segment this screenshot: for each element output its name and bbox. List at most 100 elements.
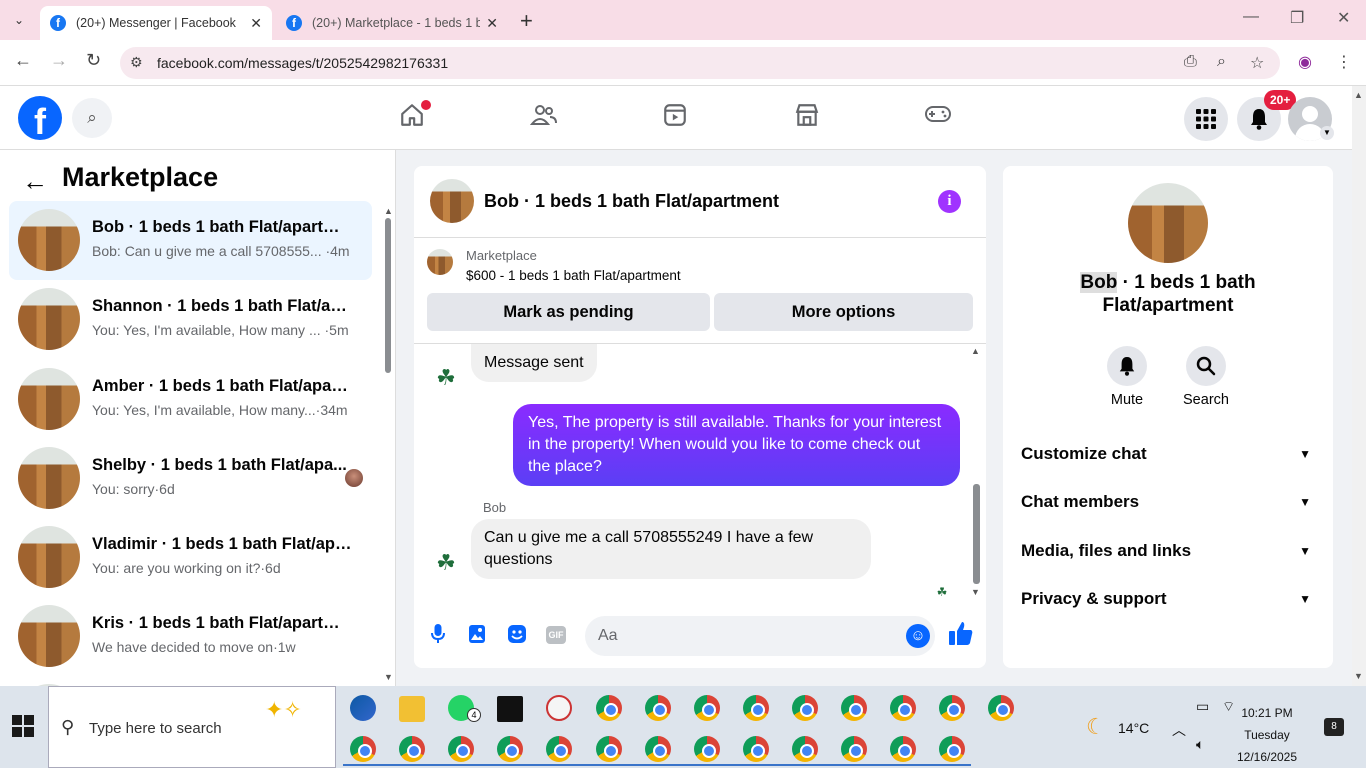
sticky-app-icon[interactable] bbox=[497, 696, 523, 722]
install-app-icon[interactable]: ⎙ bbox=[1184, 53, 1197, 71]
media-files-links-section[interactable]: Media, files and links ▼ bbox=[1021, 531, 1317, 571]
close-window-icon[interactable]: ✕ bbox=[1337, 8, 1350, 28]
chrome-icon[interactable] bbox=[399, 736, 425, 762]
battery-icon[interactable]: ▭ bbox=[1196, 698, 1209, 715]
moon-weather-icon[interactable]: ☾ bbox=[1086, 714, 1106, 740]
privacy-support-section[interactable]: Privacy & support ▼ bbox=[1021, 579, 1317, 619]
chrome-icon[interactable] bbox=[743, 736, 769, 762]
close-tab-icon[interactable]: ✕ bbox=[486, 15, 498, 32]
conversation-item[interactable]: Amber · 1 beds 1 bath Flat/apart... You:… bbox=[9, 360, 372, 439]
chrome-icon[interactable] bbox=[792, 736, 818, 762]
chrome-icon[interactable] bbox=[841, 736, 867, 762]
chat-thumbnail[interactable] bbox=[430, 179, 474, 223]
mute-button[interactable]: Mute bbox=[1097, 346, 1157, 408]
conversation-item[interactable]: Vladimir · 1 beds 1 bath Flat/apa... You… bbox=[9, 518, 372, 597]
listing-thumbnail[interactable] bbox=[427, 249, 453, 275]
info-icon[interactable]: i bbox=[938, 190, 961, 213]
system-clock[interactable]: 10:21 PM Tuesday 12/16/2025 bbox=[1232, 702, 1302, 768]
listing-image[interactable] bbox=[1128, 183, 1208, 263]
friends-icon[interactable] bbox=[524, 102, 564, 134]
minimize-icon[interactable]: — bbox=[1243, 8, 1259, 26]
url-text[interactable]: facebook.com/messages/t/2052542982176331 bbox=[157, 55, 448, 71]
photo-icon[interactable] bbox=[465, 624, 489, 648]
scroll-up-arrow-icon[interactable]: ▲ bbox=[384, 206, 393, 216]
bookmark-star-icon[interactable]: ☆ bbox=[1250, 53, 1264, 73]
listing-title[interactable]: $600 - 1 beds 1 bath Flat/apartment bbox=[466, 268, 681, 283]
chat-members-section[interactable]: Chat members ▼ bbox=[1021, 482, 1317, 522]
scroll-down-arrow-icon[interactable]: ▼ bbox=[971, 587, 980, 597]
temperature-text[interactable]: 14°C bbox=[1118, 720, 1149, 736]
taskbar-search-box[interactable]: ⚲ Type here to search ✦✧ bbox=[48, 686, 336, 768]
facebook-logo[interactable]: f bbox=[18, 96, 62, 142]
windows-start-icon[interactable] bbox=[12, 715, 34, 737]
chrome-icon[interactable] bbox=[546, 736, 572, 762]
chrome-icon[interactable] bbox=[939, 736, 965, 762]
conversation-item[interactable]: Bob · 1 beds 1 bath Flat/apartment Bob: … bbox=[9, 201, 372, 280]
watch-icon[interactable] bbox=[655, 102, 695, 134]
more-options-button[interactable]: More options bbox=[714, 293, 973, 331]
scroll-down-arrow-icon[interactable]: ▼ bbox=[1354, 671, 1363, 681]
thumbs-up-icon[interactable] bbox=[948, 620, 974, 653]
new-tab-button[interactable]: + bbox=[520, 8, 533, 34]
conversation-item[interactable] bbox=[9, 676, 372, 686]
forward-icon[interactable]: → bbox=[50, 50, 68, 71]
emoji-icon[interactable]: ☺ bbox=[906, 624, 930, 648]
scroll-down-arrow-icon[interactable]: ▼ bbox=[384, 672, 393, 682]
sticker-icon[interactable] bbox=[505, 624, 529, 648]
restore-icon[interactable]: ❐ bbox=[1290, 8, 1304, 28]
conversation-list-scrollbar[interactable] bbox=[385, 218, 391, 373]
page-scrollbar[interactable] bbox=[1352, 86, 1366, 686]
chrome-icon[interactable] bbox=[596, 695, 622, 721]
chrome-icon[interactable] bbox=[350, 736, 376, 762]
chrome-icon[interactable] bbox=[890, 736, 916, 762]
chrome-icon[interactable] bbox=[841, 695, 867, 721]
conversation-item[interactable]: Shelby · 1 beds 1 bath Flat/apa... You: … bbox=[9, 439, 372, 518]
menu-grid-icon[interactable] bbox=[1184, 97, 1228, 141]
customize-chat-section[interactable]: Customize chat ▼ bbox=[1021, 434, 1317, 474]
conversation-item[interactable]: Shannon · 1 beds 1 bath Flat/apa... You:… bbox=[9, 280, 372, 359]
volume-icon[interactable]: 🔈︎ bbox=[1196, 736, 1204, 753]
conversation-item[interactable]: Kris · 1 beds 1 bath Flat/apartment We h… bbox=[9, 597, 372, 676]
chrome-icon[interactable] bbox=[743, 695, 769, 721]
microphone-icon[interactable] bbox=[426, 624, 450, 648]
omnibox[interactable]: ⚙ facebook.com/messages/t/20525429821763… bbox=[120, 47, 1280, 79]
chrome-icon[interactable] bbox=[988, 695, 1014, 721]
reload-icon[interactable]: ↻ bbox=[86, 50, 101, 71]
marketplace-icon[interactable] bbox=[787, 102, 827, 134]
chrome-icon[interactable] bbox=[694, 695, 720, 721]
tab-messenger[interactable]: f (20+) Messenger | Facebook ✕ bbox=[40, 6, 272, 40]
file-explorer-icon[interactable] bbox=[399, 696, 425, 722]
chrome-icon[interactable] bbox=[596, 736, 622, 762]
gif-icon[interactable]: GIF bbox=[546, 626, 566, 644]
tab-marketplace[interactable]: f (20+) Marketplace - 1 beds 1 b ✕ bbox=[276, 6, 508, 40]
chat-title[interactable]: Bob · 1 beds 1 bath Flat/apartment bbox=[484, 191, 779, 212]
chrome-icon[interactable] bbox=[497, 736, 523, 762]
mark-as-pending-button[interactable]: Mark as pending bbox=[427, 293, 710, 331]
chrome-icon[interactable] bbox=[792, 695, 818, 721]
profile-icon[interactable]: ◉ bbox=[1298, 52, 1312, 72]
gaming-icon[interactable] bbox=[918, 102, 958, 134]
browser-menu-icon[interactable]: ⋮ bbox=[1336, 52, 1352, 72]
chrome-icon[interactable] bbox=[448, 736, 474, 762]
account-chevron-icon[interactable]: ▼ bbox=[1320, 126, 1334, 140]
message-scrollbar[interactable] bbox=[973, 484, 980, 584]
back-icon[interactable]: ← bbox=[14, 50, 32, 71]
chrome-icon[interactable] bbox=[645, 736, 671, 762]
chrome-icon[interactable] bbox=[645, 695, 671, 721]
close-tab-icon[interactable]: ✕ bbox=[250, 15, 262, 32]
back-arrow-icon[interactable]: ← bbox=[22, 166, 48, 197]
scroll-up-arrow-icon[interactable]: ▲ bbox=[971, 346, 980, 356]
scroll-up-arrow-icon[interactable]: ▲ bbox=[1354, 90, 1363, 100]
chrome-icon[interactable] bbox=[694, 736, 720, 762]
chrome-icon[interactable] bbox=[890, 695, 916, 721]
show-hidden-icons-chevron[interactable]: ︿ bbox=[1172, 720, 1186, 740]
search-icon[interactable]: ⌕ bbox=[72, 98, 112, 138]
chrome-icon[interactable] bbox=[939, 695, 965, 721]
site-info-icon[interactable]: ⚙ bbox=[130, 54, 143, 71]
search-conversation-button[interactable]: Search bbox=[1176, 346, 1236, 408]
tab-list-button[interactable]: ⌄ bbox=[6, 8, 32, 32]
snipping-tool-icon[interactable] bbox=[546, 695, 572, 721]
message-input[interactable] bbox=[585, 616, 935, 656]
edge-icon[interactable] bbox=[350, 695, 376, 721]
notification-center-icon[interactable]: 8 bbox=[1324, 718, 1344, 736]
